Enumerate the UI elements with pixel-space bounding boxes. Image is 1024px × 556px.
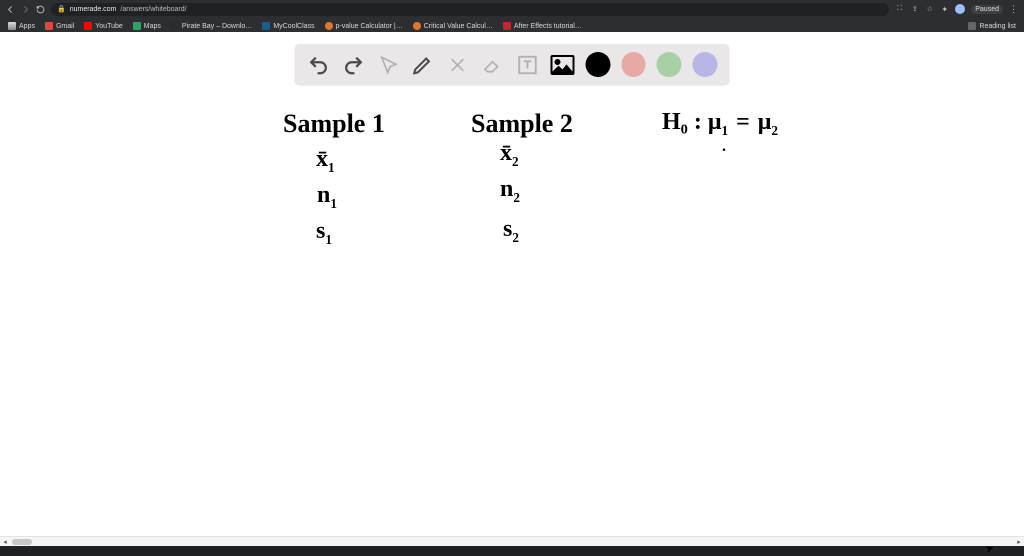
stray-dot: . bbox=[722, 138, 726, 156]
nav-forward-button[interactable] bbox=[21, 5, 30, 14]
horizontal-scrollbar[interactable]: ◂ ▸ bbox=[0, 536, 1024, 546]
lock-icon: 🔒 bbox=[57, 5, 66, 13]
tools-menu[interactable] bbox=[446, 53, 470, 77]
favicon bbox=[84, 22, 92, 30]
bookmark-label: After Effects tutorial… bbox=[514, 23, 582, 30]
profile-status-badge[interactable]: Paused bbox=[971, 5, 1003, 14]
color-purple[interactable] bbox=[693, 52, 718, 77]
pointer-tool[interactable] bbox=[376, 53, 400, 77]
bookmark-item[interactable]: Pirate Bay – Downlo… bbox=[171, 22, 252, 30]
bookmark-label: Pirate Bay – Downlo… bbox=[182, 23, 252, 30]
bookmark-label: MyCoolClass bbox=[273, 23, 314, 30]
bookmark-label: p-value Calculator |… bbox=[336, 23, 403, 30]
text-n1: n1 bbox=[317, 182, 337, 212]
bookmark-item[interactable]: YouTube bbox=[84, 22, 123, 30]
color-black[interactable] bbox=[585, 52, 610, 77]
color-red[interactable] bbox=[621, 52, 646, 77]
undo-button[interactable] bbox=[307, 53, 331, 77]
text-s2: s2 bbox=[503, 216, 519, 246]
bookmark-label: Gmail bbox=[56, 23, 74, 30]
share-icon[interactable]: ⇪ bbox=[910, 5, 919, 14]
bookmark-item[interactable]: Gmail bbox=[45, 22, 74, 30]
redo-button[interactable] bbox=[341, 53, 365, 77]
url-host: numerade.com bbox=[70, 6, 117, 13]
bookmark-label: Critical Value Calcul… bbox=[424, 23, 493, 30]
profile-avatar[interactable] bbox=[955, 4, 965, 14]
bookmark-item[interactable]: MyCoolClass bbox=[262, 22, 314, 30]
scroll-left-arrow[interactable]: ◂ bbox=[0, 537, 10, 547]
text-n2: n2 bbox=[500, 176, 520, 206]
scroll-thumb[interactable] bbox=[12, 539, 32, 545]
text-s1: s1 bbox=[316, 218, 332, 248]
nav-back-button[interactable] bbox=[6, 5, 15, 14]
nav-reload-button[interactable] bbox=[36, 5, 45, 14]
reading-list-button[interactable]: Reading list bbox=[968, 22, 1016, 30]
menu-kebab-icon[interactable]: ⋮ bbox=[1009, 5, 1018, 14]
favicon bbox=[133, 22, 141, 30]
bookmark-item[interactable]: After Effects tutorial… bbox=[503, 22, 582, 30]
favicon bbox=[325, 22, 333, 30]
text-tool[interactable] bbox=[515, 53, 539, 77]
browser-nav-row: 🔒 numerade.com /answers/whiteboard/ ⛶ ⇪ … bbox=[0, 0, 1024, 18]
bookmark-item[interactable]: Critical Value Calcul… bbox=[413, 22, 493, 30]
whiteboard-canvas[interactable]: Sample 1 x̄1 n1 s1 Sample 2 x̄2 n2 s2 H₀… bbox=[0, 94, 1024, 546]
color-green[interactable] bbox=[657, 52, 682, 77]
text-xbar2: x̄2 bbox=[500, 140, 519, 170]
favicon bbox=[262, 22, 270, 30]
reading-list-icon bbox=[968, 22, 976, 30]
text-xbar1: x̄1 bbox=[316, 146, 335, 176]
grid-icon bbox=[8, 22, 16, 30]
page-content: Sample 1 x̄1 n1 s1 Sample 2 x̄2 n2 s2 H₀… bbox=[0, 32, 1024, 546]
bookmark-label: Apps bbox=[19, 23, 35, 30]
scroll-right-arrow[interactable]: ▸ bbox=[1014, 537, 1024, 547]
favicon bbox=[503, 22, 511, 30]
chrome-right-cluster: ⛶ ⇪ ☆ ✦ Paused ⋮ bbox=[895, 4, 1018, 14]
qr-icon[interactable]: ⛶ bbox=[895, 5, 904, 14]
url-path: /answers/whiteboard/ bbox=[120, 6, 186, 13]
apps-shortcut[interactable]: Apps bbox=[8, 22, 35, 30]
text-sample1-title: Sample 1 bbox=[283, 109, 385, 139]
reading-list-label: Reading list bbox=[979, 23, 1016, 30]
whiteboard-toolbar bbox=[295, 44, 730, 85]
star-icon[interactable]: ☆ bbox=[925, 5, 934, 14]
favicon bbox=[413, 22, 421, 30]
favicon bbox=[45, 22, 53, 30]
pen-tool[interactable] bbox=[411, 53, 435, 77]
eraser-tool[interactable] bbox=[481, 53, 505, 77]
bookmark-item[interactable]: Maps bbox=[133, 22, 161, 30]
extensions-icon[interactable]: ✦ bbox=[940, 5, 949, 14]
favicon bbox=[171, 22, 179, 30]
bookmark-label: YouTube bbox=[95, 23, 123, 30]
text-sample2-title: Sample 2 bbox=[471, 109, 573, 139]
bookmark-item[interactable]: p-value Calculator |… bbox=[325, 22, 403, 30]
address-bar[interactable]: 🔒 numerade.com /answers/whiteboard/ bbox=[51, 3, 889, 16]
text-hypothesis: H₀ : μ1 = μ2 bbox=[662, 109, 778, 139]
bookmark-label: Maps bbox=[144, 23, 161, 30]
image-tool[interactable] bbox=[550, 53, 574, 77]
